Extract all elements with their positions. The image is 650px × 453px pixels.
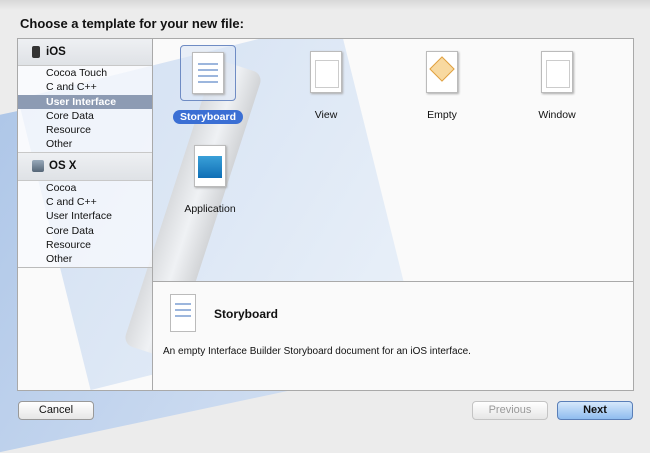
- platform-sidebar: iOS Cocoa Touch C and C++ User Interface…: [18, 39, 153, 268]
- sidebar-item-c-and-cpp[interactable]: C and C++: [18, 80, 152, 94]
- iphone-icon: [32, 46, 40, 58]
- sidebar-item-user-interface[interactable]: User Interface: [18, 209, 152, 223]
- template-label: Window: [538, 109, 576, 121]
- template-application[interactable]: Application: [165, 139, 255, 216]
- next-button[interactable]: Next: [557, 401, 633, 420]
- sidebar-empty-area: [18, 267, 153, 390]
- detail-description: An empty Interface Builder Storyboard do…: [163, 346, 471, 357]
- sidebar-item-other[interactable]: Other: [18, 137, 152, 151]
- dialog-title: Choose a template for your new file:: [20, 16, 244, 31]
- osx-icon: [32, 160, 44, 173]
- template-storyboard[interactable]: Storyboard: [163, 45, 253, 124]
- template-view[interactable]: View: [281, 45, 371, 122]
- empty-icon: [426, 51, 458, 93]
- sidebar-item-resource[interactable]: Resource: [18, 238, 152, 252]
- sidebar-item-c-and-cpp[interactable]: C and C++: [18, 195, 152, 209]
- section-label: OS X: [49, 160, 77, 173]
- template-chooser: iOS Cocoa Touch C and C++ User Interface…: [17, 38, 634, 391]
- sidebar-item-cocoa-touch[interactable]: Cocoa Touch: [18, 66, 152, 80]
- template-label: Empty: [427, 109, 457, 121]
- template-label: View: [314, 109, 338, 121]
- section-osx[interactable]: OS X: [18, 151, 152, 181]
- view-icon: [310, 51, 342, 93]
- sidebar-item-core-data[interactable]: Core Data: [18, 224, 152, 238]
- cancel-button[interactable]: Cancel: [18, 401, 94, 420]
- template-label: Storyboard: [172, 110, 243, 124]
- storyboard-icon: [192, 52, 224, 94]
- sidebar-item-core-data[interactable]: Core Data: [18, 109, 152, 123]
- application-icon: [194, 145, 226, 187]
- sidebar-item-cocoa[interactable]: Cocoa: [18, 181, 152, 195]
- sidebar-item-resource[interactable]: Resource: [18, 123, 152, 137]
- sidebar-item-user-interface[interactable]: User Interface: [18, 94, 152, 109]
- window-icon: [541, 51, 573, 93]
- section-ios[interactable]: iOS: [18, 39, 152, 66]
- template-detail: Storyboard An empty Interface Builder St…: [153, 281, 633, 390]
- storyboard-icon: [170, 294, 196, 332]
- previous-button[interactable]: Previous: [472, 401, 548, 420]
- template-empty[interactable]: Empty: [397, 45, 487, 122]
- template-label: Application: [184, 203, 236, 215]
- detail-title: Storyboard: [214, 307, 279, 321]
- sidebar-item-other[interactable]: Other: [18, 252, 152, 266]
- template-grid: Storyboard View Empty Window Application: [153, 39, 633, 281]
- title-bar: [0, 0, 650, 10]
- template-window[interactable]: Window: [512, 45, 602, 122]
- section-label: iOS: [46, 46, 66, 58]
